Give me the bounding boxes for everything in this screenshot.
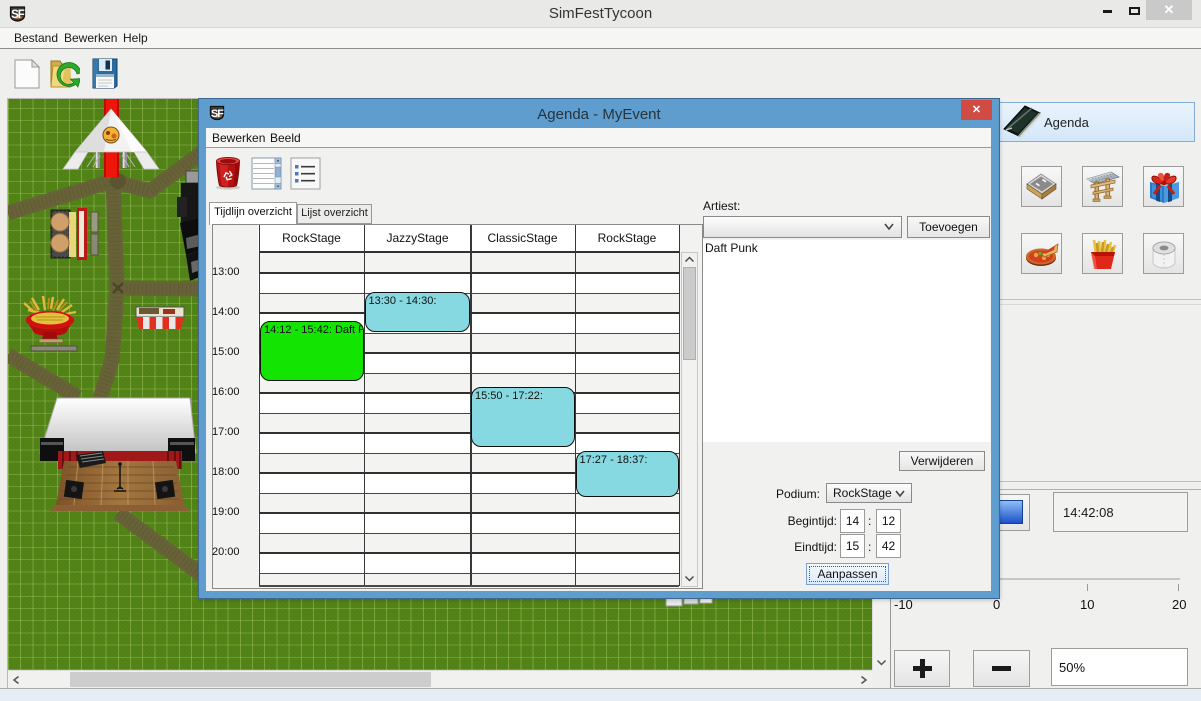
svg-text:SF: SF (11, 9, 25, 21)
